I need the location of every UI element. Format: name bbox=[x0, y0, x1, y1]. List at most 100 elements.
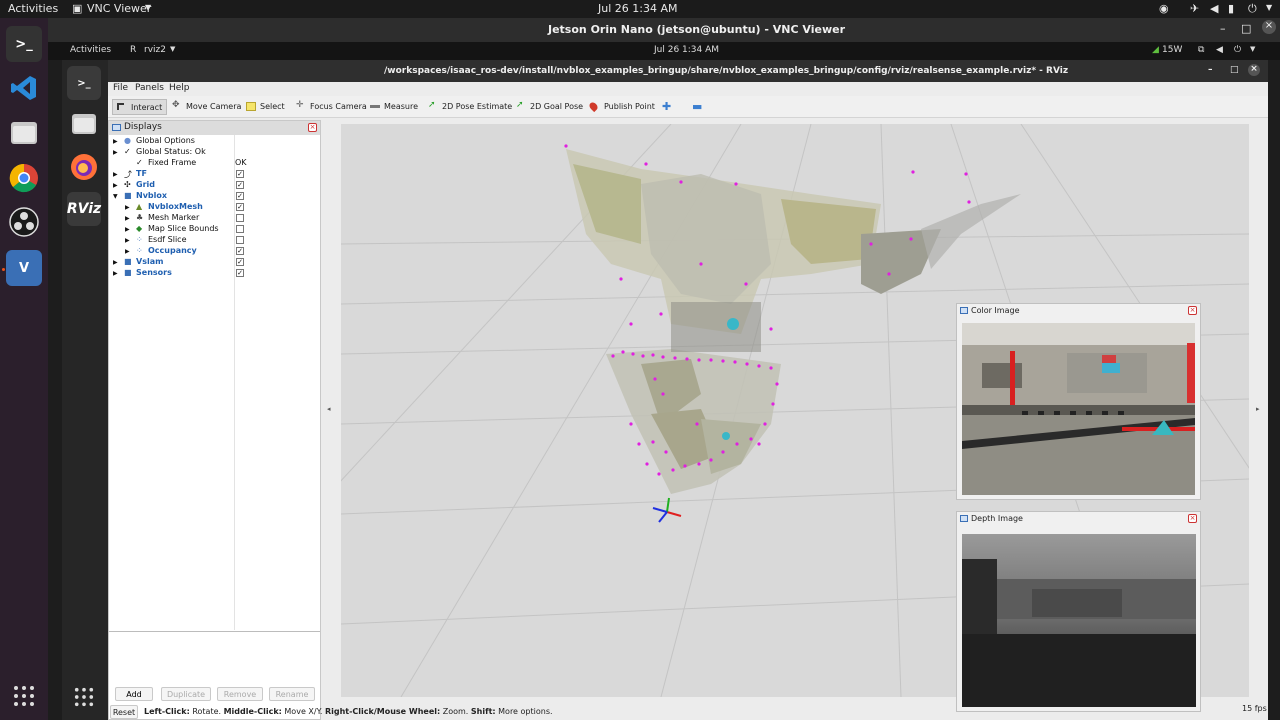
power-icon[interactable]: ⏻ bbox=[1248, 2, 1257, 16]
display-row-tf[interactable]: ▶ ⤴ TF ✓ bbox=[109, 169, 320, 180]
reset-button[interactable]: Reset bbox=[110, 705, 138, 719]
close-icon[interactable]: × bbox=[1262, 20, 1276, 34]
vscode-icon[interactable] bbox=[6, 70, 42, 106]
remove-tool-icon[interactable]: ▬ bbox=[688, 97, 706, 113]
expand-arrow-icon[interactable]: ▶ bbox=[125, 226, 130, 233]
depth-image-panel: Depth Image × bbox=[956, 511, 1201, 712]
app-menu-vnc-viewer[interactable]: VNC Viewer bbox=[87, 2, 151, 15]
chevron-down-icon: ▼ bbox=[170, 45, 176, 53]
terminal-icon[interactable]: >_ bbox=[67, 66, 101, 100]
minimize-icon[interactable]: – bbox=[1208, 65, 1213, 75]
expand-arrow-icon[interactable]: ▶ bbox=[125, 248, 130, 255]
clock[interactable]: Jul 26 1:34 AM bbox=[598, 2, 677, 15]
terminal-icon[interactable]: >_ bbox=[6, 26, 42, 62]
add-tool-icon[interactable]: ✚ bbox=[658, 97, 675, 113]
enable-checkbox[interactable] bbox=[236, 214, 244, 222]
rviz-window-titlebar[interactable]: /workspaces/isaac_ros-dev/install/nvblox… bbox=[108, 60, 1268, 82]
volume-icon[interactable]: ◀ bbox=[1216, 45, 1223, 55]
files-icon[interactable] bbox=[6, 114, 42, 150]
wifi-icon[interactable]: ✈ bbox=[1190, 2, 1199, 15]
expand-arrow-icon[interactable]: ▶ bbox=[113, 138, 118, 145]
display-row-global-options[interactable]: ▶ ● Global Options bbox=[109, 136, 320, 147]
enable-checkbox[interactable]: ✓ bbox=[236, 247, 244, 255]
files-icon[interactable] bbox=[67, 106, 101, 140]
rename-button[interactable]: Rename bbox=[269, 687, 315, 701]
display-row-grid[interactable]: ▶ ✣ Grid ✓ bbox=[109, 180, 320, 191]
remove-button[interactable]: Remove bbox=[217, 687, 263, 701]
expand-arrow-icon[interactable]: ▶ bbox=[113, 259, 118, 266]
display-row-fixed-frame[interactable]: ✓ Fixed Frame OK bbox=[109, 158, 320, 169]
expand-arrow-icon[interactable]: ▶ bbox=[125, 237, 130, 244]
close-icon[interactable]: × bbox=[1248, 64, 1260, 76]
obs-icon[interactable] bbox=[6, 204, 42, 240]
menu-help[interactable]: Help bbox=[169, 83, 190, 93]
volume-icon[interactable]: ◀ bbox=[1210, 2, 1218, 15]
expand-arrow-icon[interactable]: ▶ bbox=[113, 149, 118, 156]
enable-checkbox[interactable]: ✓ bbox=[236, 203, 244, 211]
firefox-icon[interactable] bbox=[67, 150, 101, 184]
network-icon[interactable]: ◉ bbox=[1159, 2, 1169, 15]
outer-top-bar: Activities ▣ VNC Viewer ▼ Jul 26 1:34 AM… bbox=[0, 0, 1280, 18]
display-row-map-slice-bounds[interactable]: ▶ ◆ Map Slice Bounds bbox=[109, 224, 320, 235]
enable-checkbox[interactable]: ✓ bbox=[236, 181, 244, 189]
close-icon[interactable]: × bbox=[308, 123, 317, 132]
tool-2d-goal-pose[interactable]: ➚ 2D Goal Pose bbox=[512, 99, 587, 115]
collapse-left-icon[interactable]: ◂ bbox=[327, 405, 331, 413]
collapse-arrow-icon[interactable]: ▼ bbox=[113, 193, 118, 200]
tool-publish-point[interactable]: Publish Point bbox=[586, 99, 659, 115]
expand-arrow-icon[interactable]: ▶ bbox=[125, 204, 130, 211]
app-menu-rviz2[interactable]: rviz2 bbox=[144, 45, 166, 55]
enable-checkbox[interactable]: ✓ bbox=[236, 170, 244, 178]
enable-checkbox[interactable]: ✓ bbox=[236, 269, 244, 277]
add-button[interactable]: Add bbox=[115, 687, 153, 701]
nvidia-icon[interactable]: ◢ bbox=[1152, 45, 1159, 55]
display-row-nvbloxmesh[interactable]: ▶ ▲ NvbloxMesh ✓ bbox=[109, 202, 320, 213]
tool-interact[interactable]: Interact bbox=[112, 99, 168, 115]
maximize-icon[interactable]: □ bbox=[1241, 22, 1251, 35]
app-grid-icon[interactable] bbox=[6, 678, 42, 714]
network-icon[interactable]: ⧉ bbox=[1198, 45, 1204, 55]
color-image-panel: Color Image × bbox=[956, 303, 1201, 500]
power-icon[interactable]: ⏻ bbox=[1234, 45, 1241, 55]
minimize-icon[interactable]: – bbox=[1220, 22, 1226, 35]
duplicate-button[interactable]: Duplicate bbox=[161, 687, 211, 701]
power-mode[interactable]: 15W bbox=[1162, 45, 1182, 55]
inner-activities-button[interactable]: Activities bbox=[70, 45, 111, 55]
menu-file[interactable]: File bbox=[113, 83, 128, 93]
tool-move-camera[interactable]: ✥ Move Camera bbox=[168, 99, 245, 115]
expand-arrow-icon[interactable]: ▶ bbox=[113, 270, 118, 277]
chrome-icon[interactable] bbox=[6, 160, 42, 196]
activities-button[interactable]: Activities bbox=[8, 2, 58, 15]
collapse-right-icon[interactable]: ▸ bbox=[1256, 405, 1260, 413]
menu-panels[interactable]: Panels bbox=[135, 83, 164, 93]
rviz-icon[interactable]: RViz bbox=[67, 192, 101, 226]
vnc-window-titlebar[interactable]: Jetson Orin Nano (jetson@ubuntu) - VNC V… bbox=[48, 18, 1280, 42]
enable-checkbox[interactable]: ✓ bbox=[236, 192, 244, 200]
close-icon[interactable]: × bbox=[1188, 514, 1197, 523]
inner-top-bar: Activities R rviz2 ▼ Jul 26 1:34 AM ◢ 15… bbox=[48, 42, 1280, 60]
enable-checkbox[interactable] bbox=[236, 225, 244, 233]
display-row-occupancy[interactable]: ▶ ⁘ Occupancy ✓ bbox=[109, 246, 320, 257]
vnc-viewer-icon[interactable]: V bbox=[6, 250, 42, 286]
marker-icon: ◆ bbox=[136, 224, 143, 233]
display-row-sensors[interactable]: ▶ ■ Sensors ✓ bbox=[109, 268, 320, 279]
display-row-global-status[interactable]: ▶ ✓ Global Status: Ok bbox=[109, 147, 320, 158]
tool-2d-pose-estimate[interactable]: ➚ 2D Pose Estimate bbox=[424, 99, 516, 115]
enable-checkbox[interactable]: ✓ bbox=[236, 258, 244, 266]
display-row-esdf-slice[interactable]: ▶ ⁘ Esdf Slice bbox=[109, 235, 320, 246]
tool-select[interactable]: Select bbox=[242, 99, 289, 115]
expand-arrow-icon[interactable]: ▶ bbox=[125, 215, 130, 222]
expand-arrow-icon[interactable]: ▶ bbox=[113, 182, 118, 189]
app-grid-icon[interactable] bbox=[67, 680, 101, 714]
inner-clock[interactable]: Jul 26 1:34 AM bbox=[654, 45, 719, 55]
tool-focus-camera[interactable]: ✛ Focus Camera bbox=[292, 99, 371, 115]
enable-checkbox[interactable] bbox=[236, 236, 244, 244]
display-row-nvblox[interactable]: ▼ ■ Nvblox ✓ bbox=[109, 191, 320, 202]
battery-icon[interactable]: ▮ bbox=[1228, 2, 1234, 15]
display-row-mesh-marker[interactable]: ▶ ♣ Mesh Marker bbox=[109, 213, 320, 224]
tool-measure[interactable]: Measure bbox=[366, 99, 422, 115]
display-row-vslam[interactable]: ▶ ■ Vslam ✓ bbox=[109, 257, 320, 268]
expand-arrow-icon[interactable]: ▶ bbox=[113, 171, 118, 178]
maximize-icon[interactable]: □ bbox=[1230, 65, 1239, 75]
close-icon[interactable]: × bbox=[1188, 306, 1197, 315]
